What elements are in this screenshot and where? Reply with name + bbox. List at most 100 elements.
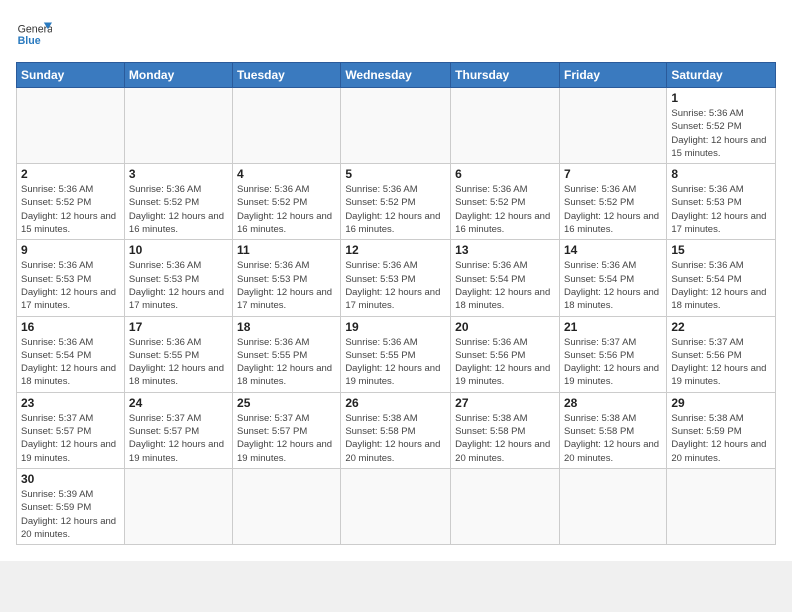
weekday-header-cell: Saturday [667,63,776,88]
day-number: 14 [564,243,662,257]
day-info: Sunrise: 5:36 AM Sunset: 5:55 PM Dayligh… [237,336,336,389]
day-number: 16 [21,320,120,334]
day-cell: 9Sunrise: 5:36 AM Sunset: 5:53 PM Daylig… [17,240,125,316]
day-info: Sunrise: 5:36 AM Sunset: 5:52 PM Dayligh… [564,183,662,236]
day-cell: 3 Sunrise: 5:36 AM Sunset: 5:52 PM Daylig… [124,164,232,240]
day-number: 9 [21,243,120,257]
week-row: 1Sunrise: 5:36 AM Sunset: 5:52 PM Daylig… [17,88,776,164]
svg-text:Blue: Blue [18,35,41,47]
day-info: Sunrise: 5:36 AM Sunset: 5:52 PM Dayligh… [129,183,228,236]
day-info: Sunrise: 5:36 AM Sunset: 5:52 PM Dayligh… [21,183,120,236]
day-number: 21 [564,320,662,334]
day-cell: 20 Sunrise: 5:36 AM Sunset: 5:56 PM Dayli… [451,316,560,392]
day-info: Sunrise: 5:38 AM Sunset: 5:58 PM Dayligh… [564,412,662,465]
day-info: Sunrise: 5:39 AM Sunset: 5:59 PM Dayligh… [21,488,120,541]
day-number: 1 [671,91,771,105]
day-cell: 2 Sunrise: 5:36 AM Sunset: 5:52 PM Daylig… [17,164,125,240]
day-cell: 28 Sunrise: 5:38 AM Sunset: 5:58 PM Dayli… [559,392,666,468]
day-cell: 1Sunrise: 5:36 AM Sunset: 5:52 PM Daylig… [667,88,776,164]
day-number: 18 [237,320,336,334]
day-number: 2 [21,167,120,181]
day-number: 4 [237,167,336,181]
day-number: 22 [671,320,771,334]
day-info: Sunrise: 5:37 AM Sunset: 5:57 PM Dayligh… [21,412,120,465]
day-cell: 23Sunrise: 5:37 AM Sunset: 5:57 PM Dayli… [17,392,125,468]
day-cell: 7 Sunrise: 5:36 AM Sunset: 5:52 PM Daylig… [559,164,666,240]
day-cell [667,468,776,544]
day-info: Sunrise: 5:36 AM Sunset: 5:55 PM Dayligh… [345,336,446,389]
day-cell [233,88,341,164]
day-number: 20 [455,320,555,334]
day-cell: 6Sunrise: 5:36 AM Sunset: 5:52 PM Daylig… [451,164,560,240]
day-cell: 8Sunrise: 5:36 AM Sunset: 5:53 PM Daylig… [667,164,776,240]
weekday-header-cell: Thursday [451,63,560,88]
day-cell [451,88,560,164]
day-cell [559,88,666,164]
day-cell: 24Sunrise: 5:37 AM Sunset: 5:57 PM Dayli… [124,392,232,468]
day-number: 13 [455,243,555,257]
day-number: 27 [455,396,555,410]
day-number: 25 [237,396,336,410]
day-cell: 26 Sunrise: 5:38 AM Sunset: 5:58 PM Dayli… [341,392,451,468]
day-cell: 4Sunrise: 5:36 AM Sunset: 5:52 PM Daylig… [233,164,341,240]
day-number: 7 [564,167,662,181]
day-cell [341,88,451,164]
day-info: Sunrise: 5:36 AM Sunset: 5:53 PM Dayligh… [671,183,771,236]
day-info: Sunrise: 5:36 AM Sunset: 5:53 PM Dayligh… [237,259,336,312]
day-info: Sunrise: 5:38 AM Sunset: 5:58 PM Dayligh… [455,412,555,465]
day-cell [124,88,232,164]
calendar-table: SundayMondayTuesdayWednesdayThursdayFrid… [16,62,776,545]
day-number: 19 [345,320,446,334]
day-info: Sunrise: 5:36 AM Sunset: 5:54 PM Dayligh… [564,259,662,312]
weekday-header-cell: Friday [559,63,666,88]
day-info: Sunrise: 5:36 AM Sunset: 5:53 PM Dayligh… [129,259,228,312]
day-cell: 27 Sunrise: 5:38 AM Sunset: 5:58 PM Dayli… [451,392,560,468]
day-info: Sunrise: 5:37 AM Sunset: 5:57 PM Dayligh… [237,412,336,465]
day-number: 3 [129,167,228,181]
day-cell: 5Sunrise: 5:36 AM Sunset: 5:52 PM Daylig… [341,164,451,240]
day-info: Sunrise: 5:36 AM Sunset: 5:53 PM Dayligh… [345,259,446,312]
week-row: 2 Sunrise: 5:36 AM Sunset: 5:52 PM Daylig… [17,164,776,240]
day-cell: 16 Sunrise: 5:36 AM Sunset: 5:54 PM Dayli… [17,316,125,392]
day-cell: 22Sunrise: 5:37 AM Sunset: 5:56 PM Dayli… [667,316,776,392]
day-cell: 21 Sunrise: 5:37 AM Sunset: 5:56 PM Dayli… [559,316,666,392]
day-number: 11 [237,243,336,257]
day-info: Sunrise: 5:38 AM Sunset: 5:58 PM Dayligh… [345,412,446,465]
day-info: Sunrise: 5:38 AM Sunset: 5:59 PM Dayligh… [671,412,771,465]
day-number: 29 [671,396,771,410]
day-cell: 25 Sunrise: 5:37 AM Sunset: 5:57 PM Dayli… [233,392,341,468]
header: General Blue [16,16,776,52]
day-cell [341,468,451,544]
day-number: 30 [21,472,120,486]
day-cell: 11 Sunrise: 5:36 AM Sunset: 5:53 PM Dayli… [233,240,341,316]
day-cell: 13 Sunrise: 5:36 AM Sunset: 5:54 PM Dayli… [451,240,560,316]
week-row: 30 Sunrise: 5:39 AM Sunset: 5:59 PM Dayli… [17,468,776,544]
day-number: 26 [345,396,446,410]
day-cell: 10 Sunrise: 5:36 AM Sunset: 5:53 PM Dayli… [124,240,232,316]
generalblue-logo-icon: General Blue [16,16,52,52]
calendar-body: 1 Sunrise: 5:36 AM Sunset: 5:52 PM Daylig… [17,88,776,545]
calendar-page: General Blue SundayMondayTuesdayWednesda… [0,0,792,561]
day-info: Sunrise: 5:36 AM Sunset: 5:56 PM Dayligh… [455,336,555,389]
day-info: Sunrise: 5:37 AM Sunset: 5:56 PM Dayligh… [564,336,662,389]
day-number: 10 [129,243,228,257]
day-info: Sunrise: 5:36 AM Sunset: 5:54 PM Dayligh… [21,336,120,389]
day-cell [559,468,666,544]
day-cell: 15Sunrise: 5:36 AM Sunset: 5:54 PM Dayli… [667,240,776,316]
week-row: 9 Sunrise: 5:36 AM Sunset: 5:53 PM Daylig… [17,240,776,316]
week-row: 23Sunrise: 5:37 AM Sunset: 5:57 PM Dayli… [17,392,776,468]
day-cell [124,468,232,544]
day-number: 15 [671,243,771,257]
logo: General Blue [16,16,52,52]
day-info: Sunrise: 5:36 AM Sunset: 5:55 PM Dayligh… [129,336,228,389]
day-info: Sunrise: 5:36 AM Sunset: 5:52 PM Dayligh… [345,183,446,236]
weekday-header-cell: Monday [124,63,232,88]
day-cell [451,468,560,544]
day-number: 28 [564,396,662,410]
day-cell [233,468,341,544]
weekday-header-row: SundayMondayTuesdayWednesdayThursdayFrid… [17,63,776,88]
day-number: 17 [129,320,228,334]
day-cell: 19 Sunrise: 5:36 AM Sunset: 5:55 PM Dayli… [341,316,451,392]
day-info: Sunrise: 5:36 AM Sunset: 5:54 PM Dayligh… [455,259,555,312]
day-info: Sunrise: 5:37 AM Sunset: 5:57 PM Dayligh… [129,412,228,465]
